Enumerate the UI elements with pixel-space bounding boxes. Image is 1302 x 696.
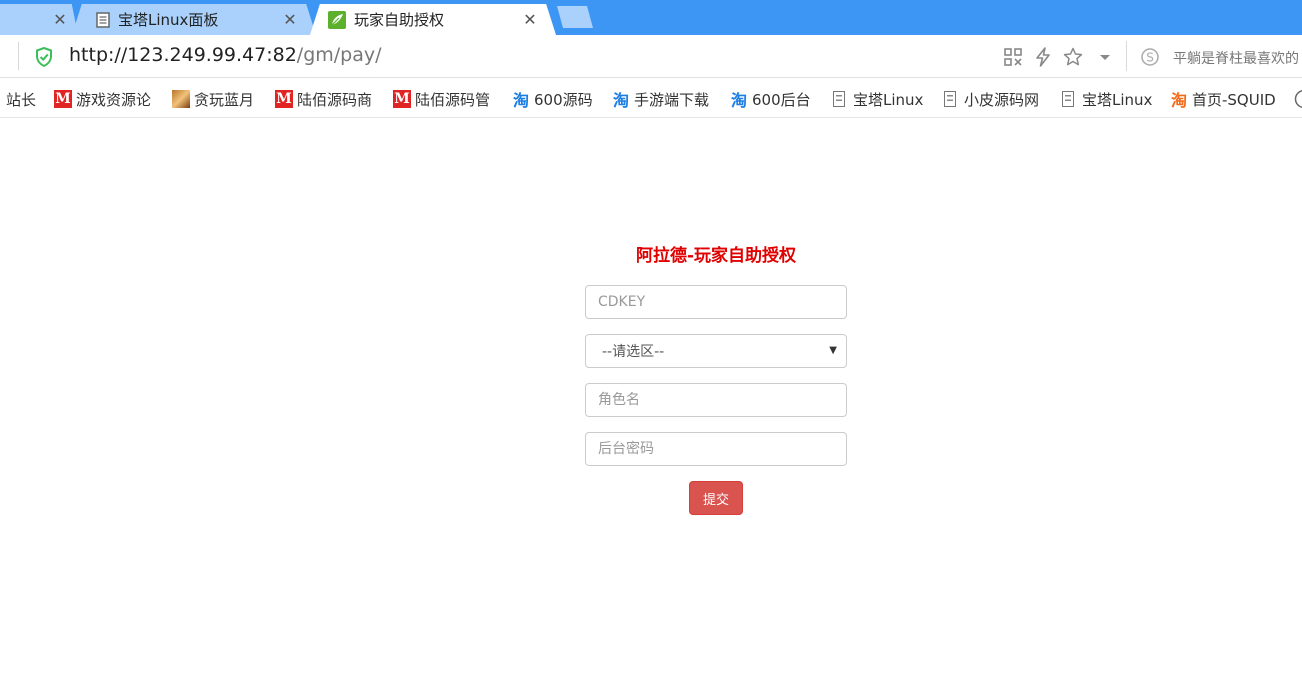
url-field[interactable]: http://123.249.99.47:82/gm/pay/ [69,44,382,66]
bookmark-item[interactable]: 宝塔Linux [1059,88,1152,110]
tab-player-auth[interactable]: 玩家自助授权 ✕ [310,4,556,35]
tab-close-icon[interactable]: ✕ [280,10,300,29]
bookmark-label: 陆佰源码管 [415,90,491,109]
bookmark-label: 首页-SQUID [1192,90,1276,109]
tab-title: 宝塔Linux面板 [118,11,219,29]
chevron-down-icon: ▼ [829,345,837,356]
sogou-search-icon[interactable]: S [1140,47,1160,67]
star-icon[interactable] [1063,47,1083,67]
wordpress-icon[interactable] [1294,89,1302,109]
bookmark-label: 贪玩蓝月 [194,90,255,109]
bookmark-item[interactable]: 淘 600源码 [512,88,593,111]
bookmark-item[interactable]: 淘 600后台 [730,88,811,111]
bookmark-label: 宝塔Linux [853,90,924,109]
taobao-icon: 淘 [730,91,747,110]
m-icon: M [54,90,72,108]
game-image-icon [172,90,190,108]
document-icon [944,91,956,107]
document-icon [833,91,845,107]
bookmark-icon [0,92,4,106]
bookmark-item[interactable]: M 陆佰源码商 [275,88,372,110]
taobao-icon: 淘 [1170,91,1187,110]
bookmark-item[interactable]: 淘 手游端下载 [612,88,710,111]
url-host: http://123.249.99.47:82 [69,44,297,66]
lightning-icon[interactable] [1033,47,1053,67]
m-icon: M [393,90,411,108]
divider [1126,41,1127,71]
page-title: 阿拉德-玩家自助授权 [635,246,797,266]
taobao-icon: 淘 [512,91,529,110]
bookmark-item[interactable]: 贪玩蓝月 [172,88,254,110]
url-path: /gm/pay/ [296,44,382,66]
bookmark-item[interactable]: 宝塔Linux [830,88,923,110]
address-bar: http://123.249.99.47:82/gm/pay/ S 平躺是脊柱最… [0,35,1302,78]
admin-password-input[interactable] [585,432,847,466]
document-icon [96,11,110,28]
bookmarks-bar: 站长 M 游戏资源论 贪玩蓝月 M 陆佰源码商 M 陆佰源码管 淘 600源码 … [0,79,1302,118]
taobao-icon: 淘 [612,91,629,110]
submit-button[interactable]: 提交 [689,481,743,515]
bookmark-item[interactable]: 小皮源码网 [941,88,1039,110]
m-icon: M [275,90,293,108]
qr-code-icon[interactable] [1003,47,1023,67]
new-tab-button[interactable] [557,6,593,28]
zone-select-value: --请选区-- [602,344,665,360]
svg-text:S: S [1146,51,1154,65]
divider [18,42,19,70]
role-name-input[interactable] [585,383,847,417]
search-suggestion[interactable]: 平躺是脊柱最喜欢的 [1173,48,1299,68]
chevron-down-icon[interactable] [1095,47,1115,67]
security-shield-icon[interactable] [35,47,53,67]
bookmark-label: 600后台 [752,90,811,109]
tab-title: 玩家自助授权 [354,11,445,29]
bookmark-label: 游戏资源论 [76,90,152,109]
tab-previous[interactable]: ✕ [0,4,78,35]
bookmark-label: 600源码 [534,90,593,109]
tab-close-icon[interactable]: ✕ [50,10,70,29]
tab-baota-panel[interactable]: 宝塔Linux面板 ✕ [72,4,316,35]
zone-select[interactable]: --请选区-- ▼ [585,334,847,368]
bookmark-label: 小皮源码网 [964,90,1040,109]
cdkey-input[interactable] [585,285,847,319]
document-icon [1062,91,1074,107]
bookmark-label: 陆佰源码商 [297,90,373,109]
bookmark-item[interactable]: 站长 [0,88,36,110]
leaf-icon [328,10,346,29]
bookmark-item[interactable]: 淘 首页-SQUID [1170,88,1276,111]
bookmark-label: 站长 [6,90,37,109]
tab-strip: ✕ 宝塔Linux面板 ✕ 玩家自助授权 ✕ [0,0,1302,35]
tab-close-icon[interactable]: ✕ [520,10,540,29]
bookmark-item[interactable]: M 陆佰源码管 [393,88,490,110]
bookmark-label: 宝塔Linux [1082,90,1153,109]
bookmark-item[interactable]: M 游戏资源论 [54,88,151,110]
bookmark-label: 手游端下载 [634,90,710,109]
